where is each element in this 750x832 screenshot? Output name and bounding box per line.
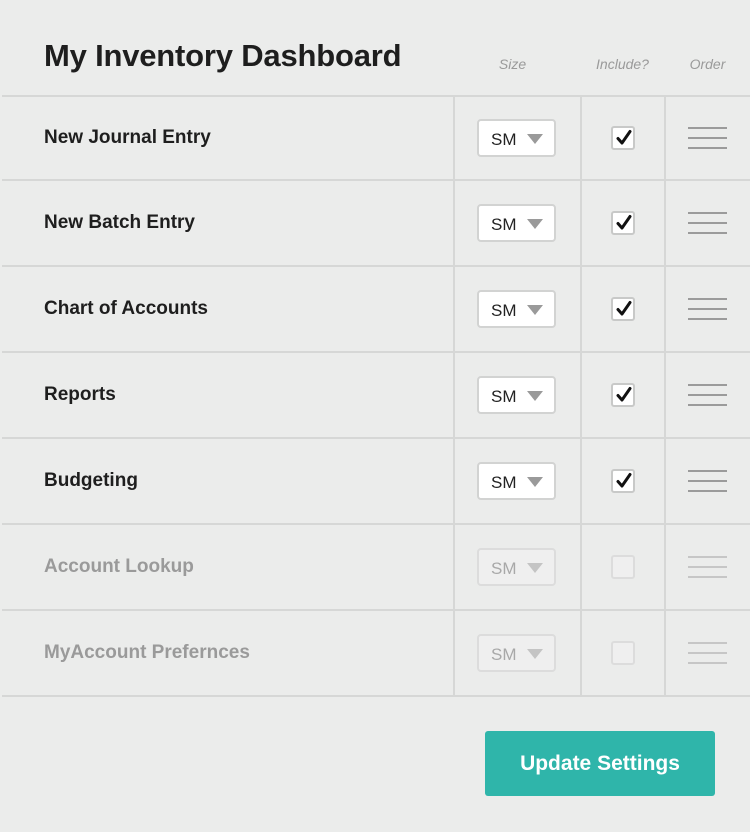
row-label: Reports xyxy=(44,384,116,405)
drag-handle-icon[interactable] xyxy=(688,297,727,321)
chevron-down-icon xyxy=(527,563,543,573)
size-select-value: SM xyxy=(491,473,517,492)
checkmark-icon xyxy=(616,473,632,488)
settings-table: New Journal Entry SM New Batch Entry SM … xyxy=(2,95,750,697)
page-title: My Inventory Dashboard xyxy=(44,38,402,73)
drag-handle-icon[interactable] xyxy=(688,211,727,235)
size-select-value: SM xyxy=(491,559,517,578)
column-divider xyxy=(453,611,455,697)
column-divider xyxy=(664,611,666,697)
column-divider xyxy=(664,439,666,525)
row-label: New Journal Entry xyxy=(44,127,211,148)
column-divider xyxy=(664,353,666,439)
column-divider xyxy=(664,525,666,611)
table-row: Reports SM xyxy=(2,353,750,439)
checkmark-icon xyxy=(616,130,632,145)
size-select-value: SM xyxy=(491,645,517,664)
size-select-value: SM xyxy=(491,301,517,320)
include-checkbox[interactable] xyxy=(611,126,635,150)
column-header-size: Size xyxy=(498,56,527,72)
column-divider xyxy=(453,439,455,525)
column-divider xyxy=(580,267,582,353)
column-divider xyxy=(580,525,582,611)
include-checkbox[interactable] xyxy=(611,469,635,493)
row-label: MyAccount Prefernces xyxy=(44,642,250,663)
column-divider xyxy=(453,97,455,181)
size-select[interactable]: SM xyxy=(477,376,556,414)
column-divider xyxy=(453,525,455,611)
table-row: MyAccount Prefernces SM xyxy=(2,611,750,697)
checkmark-icon xyxy=(616,387,632,402)
size-select[interactable]: SM xyxy=(477,548,556,586)
include-checkbox[interactable] xyxy=(611,383,635,407)
include-checkbox[interactable] xyxy=(611,641,635,665)
include-checkbox[interactable] xyxy=(611,211,635,235)
size-select[interactable]: SM xyxy=(477,462,556,500)
size-select[interactable]: SM xyxy=(477,634,556,672)
size-select[interactable]: SM xyxy=(477,204,556,242)
column-divider xyxy=(580,353,582,439)
table-row: Budgeting SM xyxy=(2,439,750,525)
checkmark-icon xyxy=(616,301,632,316)
column-divider xyxy=(580,181,582,267)
chevron-down-icon xyxy=(527,477,543,487)
size-select-value: SM xyxy=(491,387,517,406)
size-select[interactable]: SM xyxy=(477,290,556,328)
update-settings-button[interactable]: Update Settings xyxy=(485,731,715,796)
column-header-include: Include? xyxy=(596,56,649,72)
include-checkbox[interactable] xyxy=(611,297,635,321)
table-row: Account Lookup SM xyxy=(2,525,750,611)
table-row: New Batch Entry SM xyxy=(2,181,750,267)
table-row: Chart of Accounts SM xyxy=(2,267,750,353)
column-divider xyxy=(580,97,582,181)
chevron-down-icon xyxy=(527,134,543,144)
include-checkbox[interactable] xyxy=(611,555,635,579)
chevron-down-icon xyxy=(527,219,543,229)
column-divider xyxy=(580,611,582,697)
row-label: Account Lookup xyxy=(44,556,194,577)
drag-handle-icon[interactable] xyxy=(688,555,727,579)
drag-handle-icon[interactable] xyxy=(688,469,727,493)
column-divider xyxy=(453,181,455,267)
drag-handle-icon[interactable] xyxy=(688,126,727,150)
size-select-value: SM xyxy=(491,130,517,149)
row-label: Chart of Accounts xyxy=(44,298,208,319)
row-label: Budgeting xyxy=(44,470,138,491)
size-select-value: SM xyxy=(491,215,517,234)
chevron-down-icon xyxy=(527,391,543,401)
size-select[interactable]: SM xyxy=(477,119,556,157)
chevron-down-icon xyxy=(527,305,543,315)
column-divider xyxy=(664,267,666,353)
chevron-down-icon xyxy=(527,649,543,659)
column-divider xyxy=(664,97,666,181)
column-divider xyxy=(664,181,666,267)
column-divider xyxy=(580,439,582,525)
checkmark-icon xyxy=(616,215,632,230)
drag-handle-icon[interactable] xyxy=(688,383,727,407)
row-label: New Batch Entry xyxy=(44,212,195,233)
column-divider xyxy=(453,353,455,439)
column-header-order: Order xyxy=(689,56,726,72)
table-row: New Journal Entry SM xyxy=(2,97,750,181)
column-divider xyxy=(453,267,455,353)
drag-handle-icon[interactable] xyxy=(688,641,727,665)
